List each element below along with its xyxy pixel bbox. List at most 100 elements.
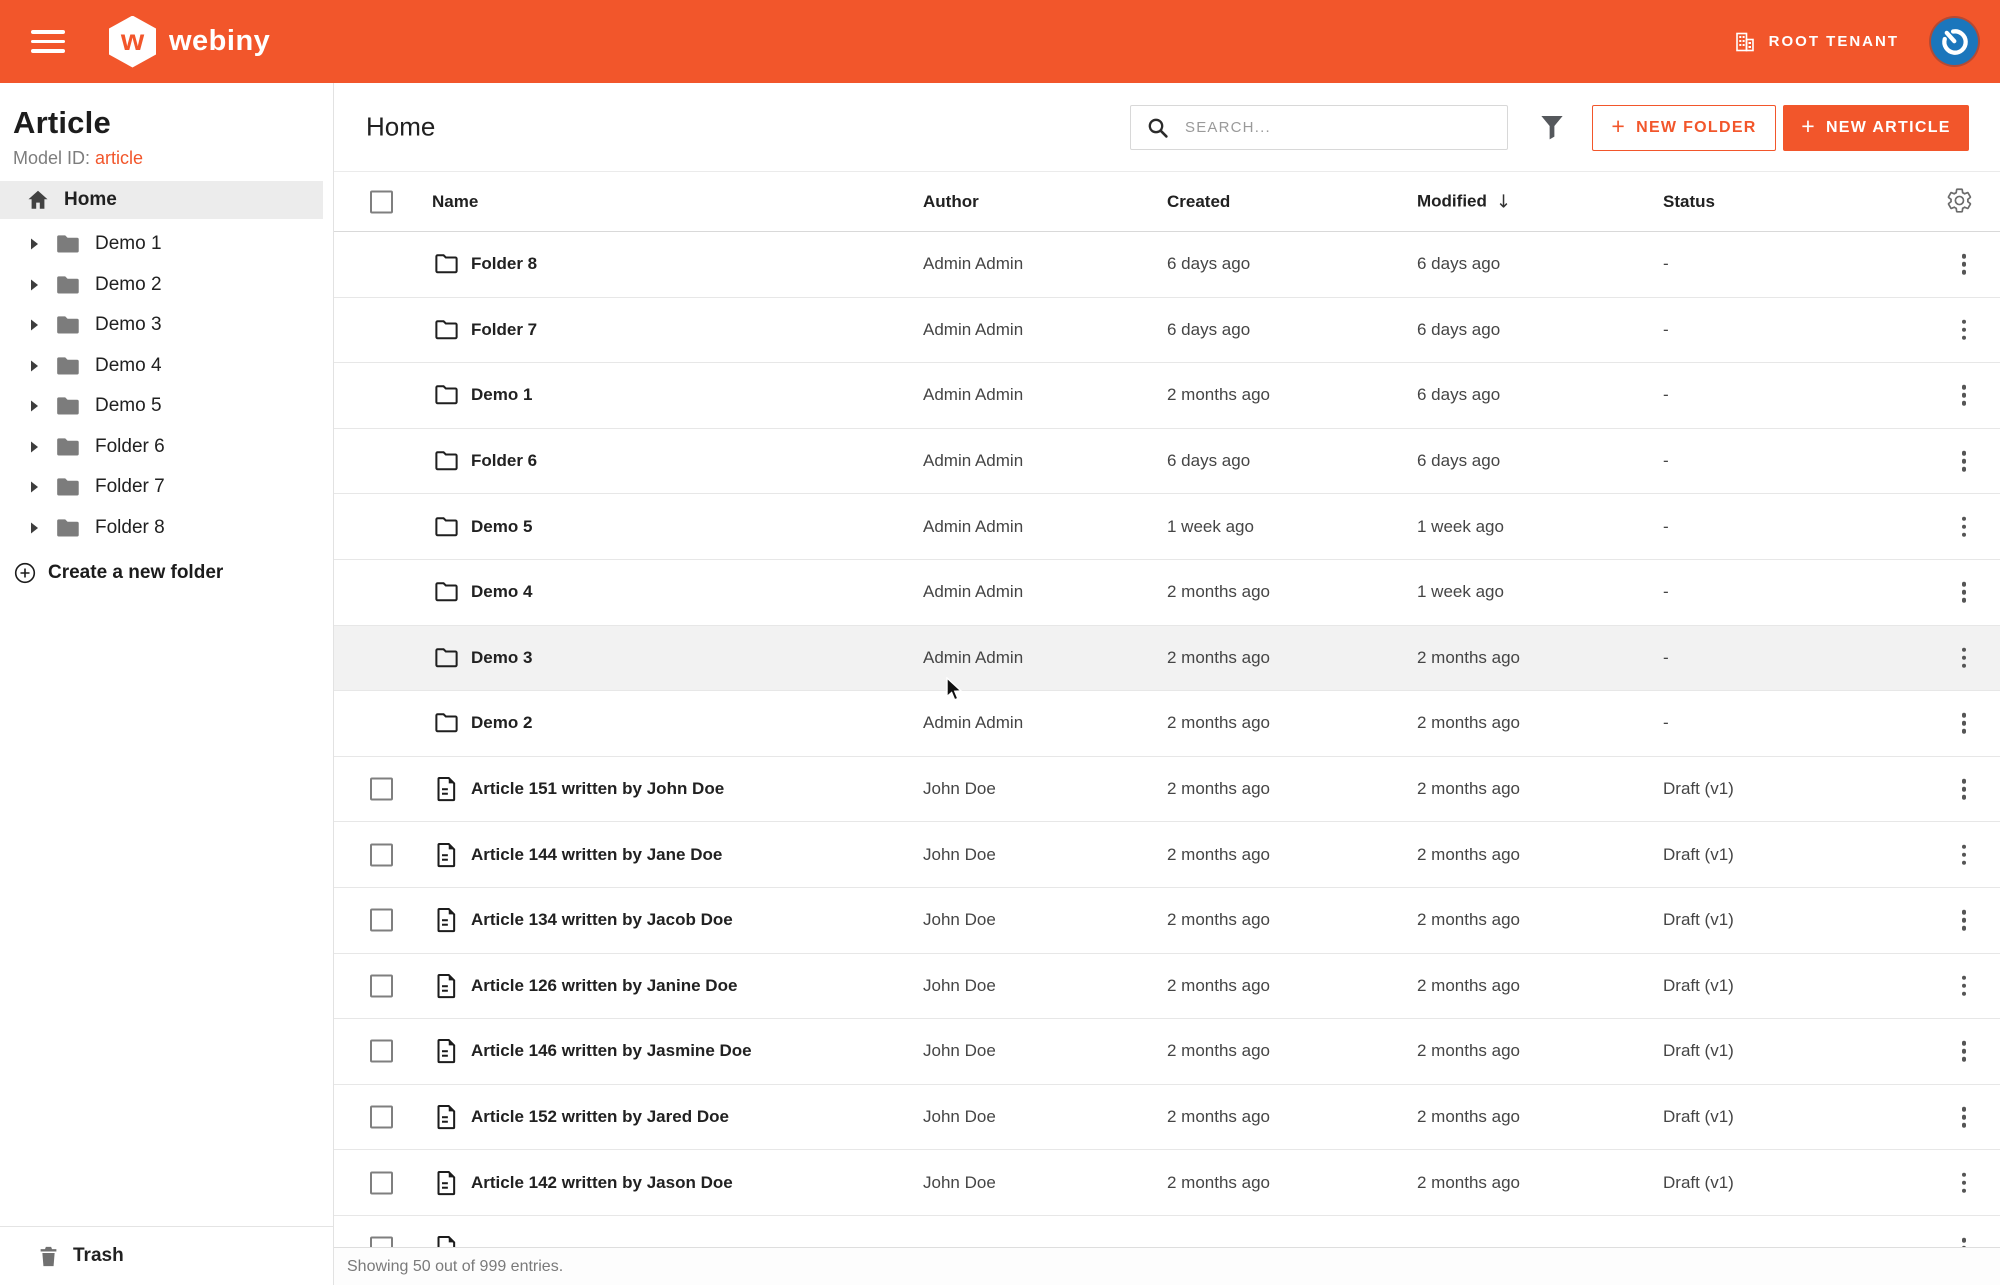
column-header-author[interactable]: Author (923, 192, 979, 212)
column-header-name[interactable]: Name (432, 192, 478, 212)
chevron-right-icon (29, 400, 40, 412)
table-row[interactable]: Folder 8 Admin Admin 6 days ago 6 days a… (334, 232, 2000, 298)
kebab-icon (1962, 320, 1967, 325)
row-checkbox[interactable] (370, 1237, 393, 1247)
row-checkbox[interactable] (370, 1171, 393, 1194)
row-menu-button[interactable] (1958, 1037, 1971, 1066)
topbar-right: ROOT TENANT (1727, 18, 1978, 65)
table-row[interactable]: Article 134 written by Jacob Doe John Do… (334, 888, 2000, 954)
row-menu-button[interactable] (1958, 775, 1971, 804)
webiny-logo[interactable]: w webiny (109, 16, 270, 68)
new-folder-button[interactable]: + NEW FOLDER (1592, 105, 1776, 151)
row-author: Admin Admin (923, 648, 1023, 668)
row-created: 6 days ago (1167, 451, 1250, 471)
trash-button[interactable]: Trash (0, 1226, 333, 1285)
sidebar-item-home[interactable]: Home (0, 181, 323, 219)
table-row[interactable]: Demo 1 Admin Admin 2 months ago 6 days a… (334, 363, 2000, 429)
table-row[interactable]: Demo 3 Admin Admin 2 months ago 2 months… (334, 626, 2000, 692)
chevron-right-icon (29, 279, 40, 291)
page-title: Home (366, 112, 435, 143)
row-name: Article 142 written by Jason Doe (471, 1173, 733, 1193)
row-menu-button[interactable] (1958, 1103, 1971, 1132)
row-checkbox[interactable] (370, 974, 393, 997)
row-checkbox[interactable] (370, 843, 393, 866)
sidebar-folder-label: Demo 4 (95, 355, 162, 377)
menu-button[interactable] (31, 27, 69, 57)
sidebar-item-folder-6[interactable]: Folder 6 (0, 427, 333, 468)
row-menu-button[interactable] (1958, 381, 1971, 410)
table-row[interactable]: Article 152 written by Jared Doe John Do… (334, 1085, 2000, 1151)
kebab-icon (1962, 451, 1967, 456)
kebab-icon (1962, 713, 1967, 718)
row-author: Admin Admin (923, 320, 1023, 340)
table-row[interactable]: Article 142 written by Jason Doe John Do… (334, 1150, 2000, 1216)
top-bar: w webiny ROOT TENANT (0, 0, 2000, 83)
row-menu-button[interactable] (1958, 447, 1971, 476)
sidebar-item-folder-7[interactable]: Folder 7 (0, 467, 333, 508)
column-header-created[interactable]: Created (1167, 192, 1230, 212)
column-settings-button[interactable] (1946, 187, 1973, 217)
row-menu-button[interactable] (1958, 316, 1971, 345)
row-checkbox[interactable] (370, 1106, 393, 1129)
row-status: - (1663, 648, 1669, 668)
row-checkbox[interactable] (370, 909, 393, 932)
folder-icon (433, 513, 460, 540)
table-row[interactable]: Folder 6 Admin Admin 6 days ago 6 days a… (334, 429, 2000, 495)
new-article-button[interactable]: + NEW ARTICLE (1783, 105, 1969, 151)
row-menu-button[interactable] (1958, 578, 1971, 607)
row-menu-button[interactable] (1958, 906, 1971, 935)
table-row[interactable]: Demo 2 Admin Admin 2 months ago 2 months… (334, 691, 2000, 757)
kebab-icon (1962, 1107, 1967, 1112)
file-text-icon (433, 1104, 460, 1131)
file-text-icon (433, 907, 460, 934)
create-folder-button[interactable]: Create a new folder (0, 557, 223, 589)
row-author: John Doe (923, 910, 996, 930)
row-checkbox[interactable] (370, 778, 393, 801)
row-name: Article 151 written by John Doe (471, 779, 724, 799)
table-row[interactable]: Demo 5 Admin Admin 1 week ago 1 week ago… (334, 494, 2000, 560)
folder-icon (55, 272, 81, 298)
row-modified: 2 months ago (1417, 1041, 1520, 1061)
file-text-icon (433, 1235, 460, 1247)
sidebar-item-folder-8[interactable]: Folder 8 (0, 508, 333, 549)
sidebar-item-demo-1[interactable]: Demo 1 (0, 224, 333, 265)
sidebar-item-demo-2[interactable]: Demo 2 (0, 265, 333, 306)
row-menu-button[interactable] (1958, 1168, 1971, 1197)
row-menu-button[interactable] (1958, 644, 1971, 673)
row-menu-button[interactable] (1958, 709, 1971, 738)
row-checkbox[interactable] (370, 1040, 393, 1063)
row-name: Demo 4 (471, 582, 532, 602)
model-title: Article (13, 105, 320, 141)
user-avatar-button[interactable] (1931, 18, 1978, 65)
kebab-icon (1962, 910, 1967, 915)
table-row[interactable]: Article 146 written by Jasmine Doe John … (334, 1019, 2000, 1085)
chevron-right-icon (29, 481, 40, 493)
table-row[interactable]: Article 151 written by John Doe John Doe… (334, 757, 2000, 823)
table-row[interactable]: Article 126 written by Janine Doe John D… (334, 954, 2000, 1020)
table-row[interactable] (334, 1216, 2000, 1247)
sidebar-folder-label: Demo 3 (95, 314, 162, 336)
power-icon (1939, 26, 1971, 58)
sidebar-item-demo-5[interactable]: Demo 5 (0, 386, 333, 427)
row-menu-button[interactable] (1958, 840, 1971, 869)
row-menu-button[interactable] (1958, 972, 1971, 1001)
chevron-right-icon (29, 441, 40, 453)
column-header-modified[interactable]: Modified ↓ (1417, 191, 1511, 212)
table-row[interactable]: Article 144 written by Jane Doe John Doe… (334, 822, 2000, 888)
new-article-label: NEW ARTICLE (1826, 119, 1951, 137)
row-menu-button[interactable] (1958, 1234, 1971, 1247)
table-row[interactable]: Folder 7 Admin Admin 6 days ago 6 days a… (334, 298, 2000, 364)
sidebar-item-demo-3[interactable]: Demo 3 (0, 305, 333, 346)
tenant-selector[interactable]: ROOT TENANT (1727, 29, 1905, 55)
row-menu-button[interactable] (1958, 250, 1971, 279)
row-menu-button[interactable] (1958, 512, 1971, 541)
folder-icon (55, 231, 81, 257)
filter-button[interactable] (1537, 111, 1567, 144)
hamburger-icon (31, 30, 65, 34)
column-header-status[interactable]: Status (1663, 192, 1715, 212)
sidebar-folder-label: Demo 2 (95, 274, 162, 296)
table-row[interactable]: Demo 4 Admin Admin 2 months ago 1 week a… (334, 560, 2000, 626)
select-all-checkbox[interactable] (370, 190, 393, 213)
search-input[interactable] (1183, 118, 1483, 137)
sidebar-item-demo-4[interactable]: Demo 4 (0, 346, 333, 387)
